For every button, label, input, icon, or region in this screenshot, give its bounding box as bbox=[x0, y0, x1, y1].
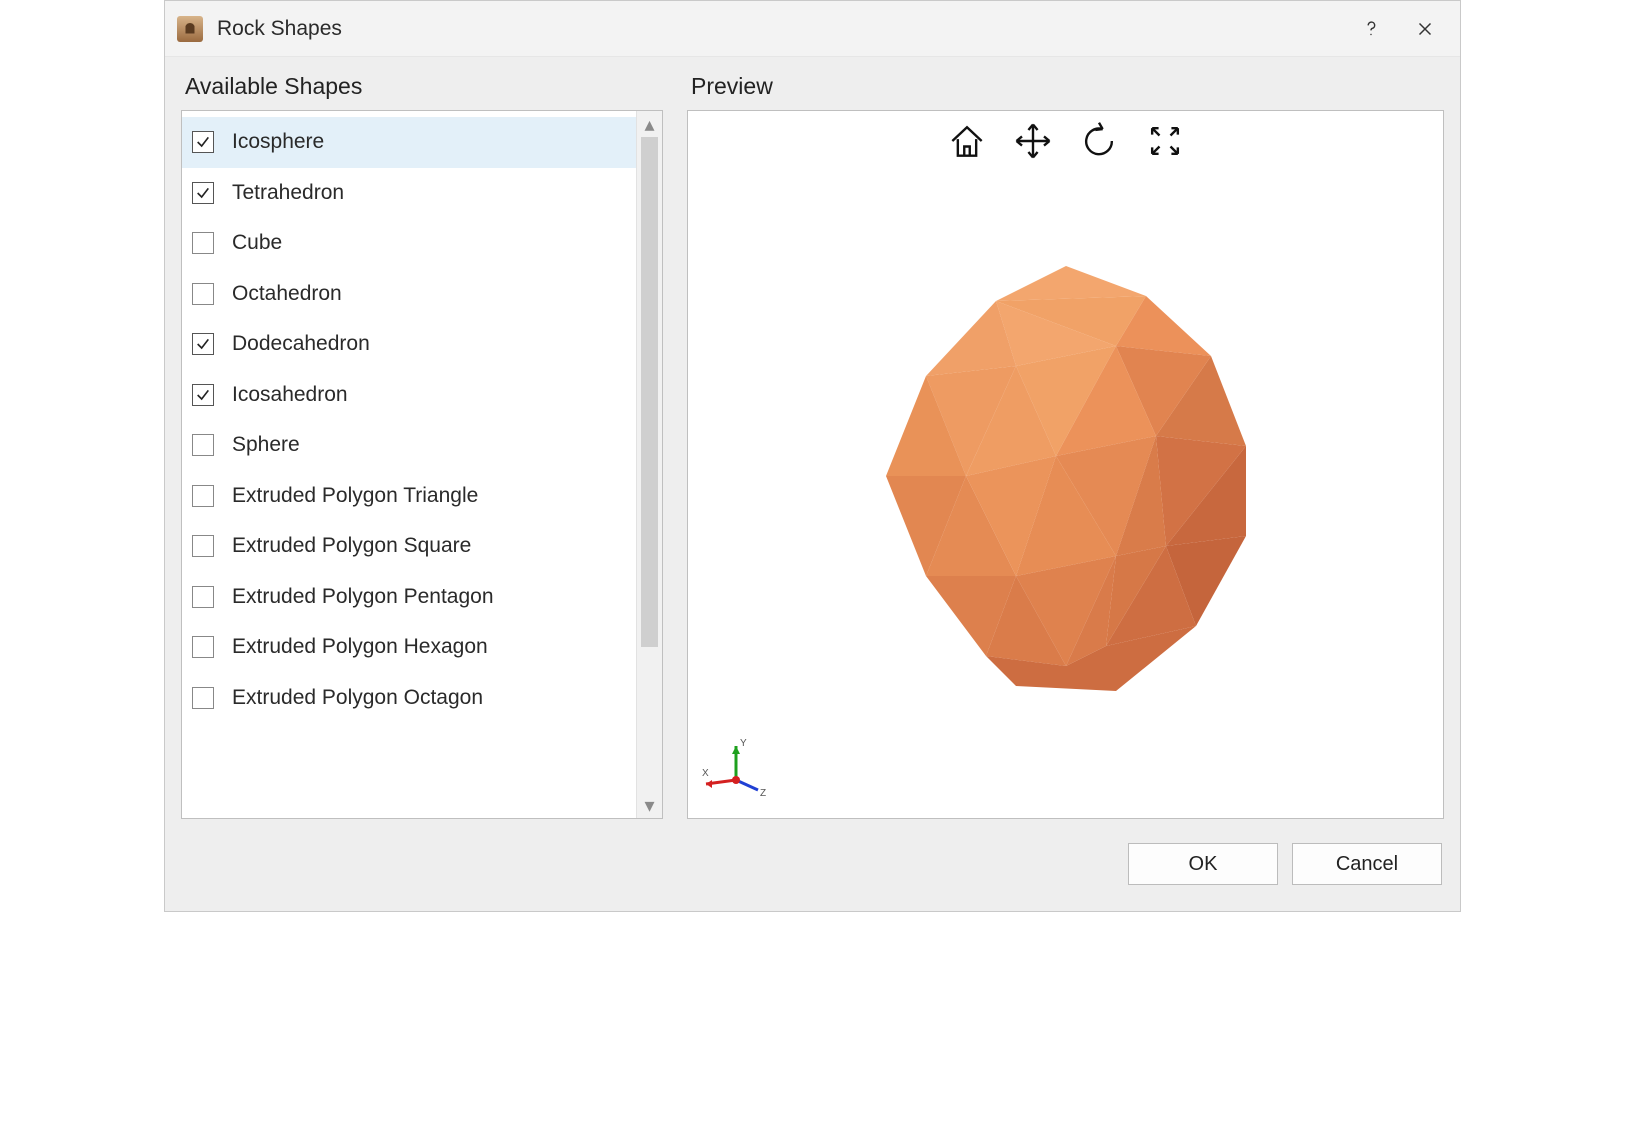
scroll-thumb[interactable] bbox=[641, 137, 658, 647]
dialog-content: Available Shapes Preview Icosphere Tetrah… bbox=[165, 57, 1460, 911]
scroll-down-icon[interactable]: ▾ bbox=[637, 794, 662, 816]
button-row: OK Cancel bbox=[181, 829, 1444, 899]
checkbox[interactable] bbox=[192, 131, 214, 153]
dialog-window: Rock Shapes Available Shapes Preview Ico… bbox=[164, 0, 1461, 912]
preview-viewport[interactable]: X Y Z bbox=[687, 110, 1444, 819]
list-item-label: Dodecahedron bbox=[232, 332, 370, 356]
list-item[interactable]: Extruded Polygon Octagon bbox=[182, 673, 636, 724]
list-item-label: Extruded Polygon Pentagon bbox=[232, 585, 494, 609]
list-item-label: Tetrahedron bbox=[232, 181, 344, 205]
list-item[interactable]: Tetrahedron bbox=[182, 168, 636, 219]
home-icon[interactable] bbox=[943, 117, 991, 165]
list-item-label: Extruded Polygon Square bbox=[232, 534, 471, 558]
title-bar: Rock Shapes bbox=[165, 1, 1460, 57]
preview-label: Preview bbox=[663, 73, 773, 100]
window-title: Rock Shapes bbox=[217, 17, 342, 41]
list-item[interactable]: Icosahedron bbox=[182, 370, 636, 421]
list-item-label: Octahedron bbox=[232, 282, 342, 306]
list-item[interactable]: Icosphere bbox=[182, 117, 636, 168]
list-item-label: Icosphere bbox=[232, 130, 324, 154]
preview-model bbox=[816, 226, 1316, 732]
ok-button[interactable]: OK bbox=[1128, 843, 1278, 885]
list-item-label: Extruded Polygon Triangle bbox=[232, 484, 478, 508]
svg-text:Z: Z bbox=[760, 788, 766, 799]
list-item[interactable]: Extruded Polygon Triangle bbox=[182, 471, 636, 522]
checkbox[interactable] bbox=[192, 384, 214, 406]
svg-text:X: X bbox=[702, 768, 709, 779]
close-button[interactable] bbox=[1398, 1, 1452, 57]
move-icon[interactable] bbox=[1009, 117, 1057, 165]
list-item-label: Extruded Polygon Octagon bbox=[232, 686, 483, 710]
app-icon bbox=[177, 16, 203, 42]
list-item[interactable]: Extruded Polygon Square bbox=[182, 521, 636, 572]
list-item[interactable]: Cube bbox=[182, 218, 636, 269]
list-item[interactable]: Dodecahedron bbox=[182, 319, 636, 370]
checkbox[interactable] bbox=[192, 535, 214, 557]
list-item-label: Cube bbox=[232, 231, 282, 255]
checkbox[interactable] bbox=[192, 182, 214, 204]
list-item-label: Extruded Polygon Hexagon bbox=[232, 635, 488, 659]
help-button[interactable] bbox=[1344, 1, 1398, 57]
axis-gizmo: X Y Z bbox=[700, 736, 772, 806]
checkbox[interactable] bbox=[192, 586, 214, 608]
expand-icon[interactable] bbox=[1141, 117, 1189, 165]
rotate-ccw-icon[interactable] bbox=[1075, 117, 1123, 165]
checkbox[interactable] bbox=[192, 434, 214, 456]
scrollbar[interactable]: ▴ ▾ bbox=[636, 111, 662, 818]
list-item[interactable]: Octahedron bbox=[182, 269, 636, 320]
checkbox[interactable] bbox=[192, 687, 214, 709]
list-item[interactable]: Sphere bbox=[182, 420, 636, 471]
list-item-label: Icosahedron bbox=[232, 383, 348, 407]
list-item[interactable]: Extruded Polygon Hexagon bbox=[182, 622, 636, 673]
svg-text:Y: Y bbox=[740, 738, 747, 749]
checkbox[interactable] bbox=[192, 636, 214, 658]
checkbox[interactable] bbox=[192, 232, 214, 254]
shapes-listbox[interactable]: Icosphere Tetrahedron Cube Octahedron Dodeca… bbox=[181, 110, 663, 819]
checkbox[interactable] bbox=[192, 485, 214, 507]
cancel-button[interactable]: Cancel bbox=[1292, 843, 1442, 885]
list-item-label: Sphere bbox=[232, 433, 300, 457]
scroll-up-icon[interactable]: ▴ bbox=[637, 113, 662, 135]
list-item[interactable]: Extruded Polygon Pentagon bbox=[182, 572, 636, 623]
available-shapes-label: Available Shapes bbox=[181, 73, 663, 100]
checkbox[interactable] bbox=[192, 283, 214, 305]
viewport-toolbar bbox=[688, 117, 1443, 165]
checkbox[interactable] bbox=[192, 333, 214, 355]
